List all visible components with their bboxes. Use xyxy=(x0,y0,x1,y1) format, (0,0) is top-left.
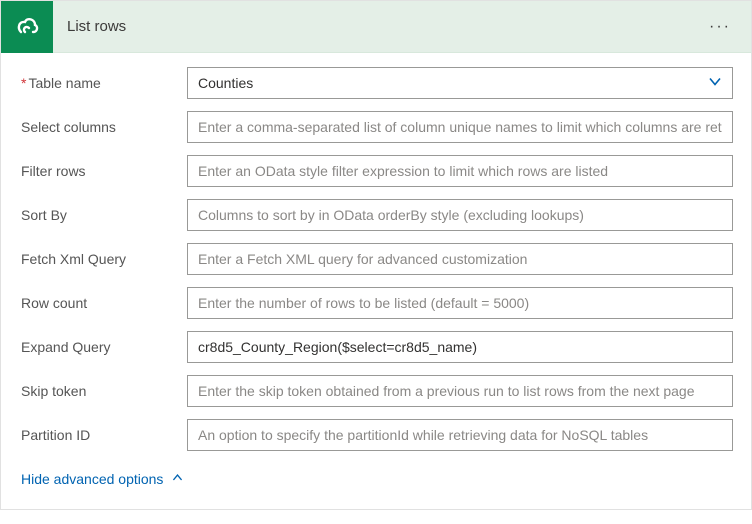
row-table-name: *Table name Counties xyxy=(19,67,733,99)
label-expand-query: Expand Query xyxy=(19,339,187,355)
label-sort-by: Sort By xyxy=(19,207,187,223)
row-row-count: Row count xyxy=(19,287,733,319)
row-count-input[interactable] xyxy=(187,287,733,319)
label-select-columns: Select columns xyxy=(19,119,187,135)
row-select-columns: Select columns xyxy=(19,111,733,143)
sort-by-input[interactable] xyxy=(187,199,733,231)
label-skip-token: Skip token xyxy=(19,383,187,399)
label-table-name: *Table name xyxy=(19,75,187,91)
more-menu-button[interactable]: ··· xyxy=(705,18,735,36)
label-partition-id: Partition ID xyxy=(19,427,187,443)
table-name-select[interactable]: Counties xyxy=(187,67,733,99)
skip-token-input[interactable] xyxy=(187,375,733,407)
action-card: List rows ··· *Table name Counties Selec… xyxy=(0,0,752,510)
filter-rows-input[interactable] xyxy=(187,155,733,187)
partition-id-input[interactable] xyxy=(187,419,733,451)
row-expand-query: Expand Query xyxy=(19,331,733,363)
hide-advanced-label: Hide advanced options xyxy=(21,471,163,487)
row-skip-token: Skip token xyxy=(19,375,733,407)
card-title: List rows xyxy=(67,18,705,35)
label-row-count: Row count xyxy=(19,295,187,311)
row-fetch-xml: Fetch Xml Query xyxy=(19,243,733,275)
form-area: *Table name Counties Select columns Filt… xyxy=(1,53,751,509)
row-partition-id: Partition ID xyxy=(19,419,733,451)
chevron-up-icon xyxy=(171,471,184,487)
hide-advanced-link[interactable]: Hide advanced options xyxy=(21,471,184,487)
label-fetch-xml: Fetch Xml Query xyxy=(19,251,187,267)
label-filter-rows: Filter rows xyxy=(19,163,187,179)
select-columns-input[interactable] xyxy=(187,111,733,143)
row-filter-rows: Filter rows xyxy=(19,155,733,187)
card-header: List rows ··· xyxy=(1,1,751,53)
dataverse-icon xyxy=(1,1,53,53)
expand-query-input[interactable] xyxy=(187,331,733,363)
row-sort-by: Sort By xyxy=(19,199,733,231)
fetch-xml-input[interactable] xyxy=(187,243,733,275)
